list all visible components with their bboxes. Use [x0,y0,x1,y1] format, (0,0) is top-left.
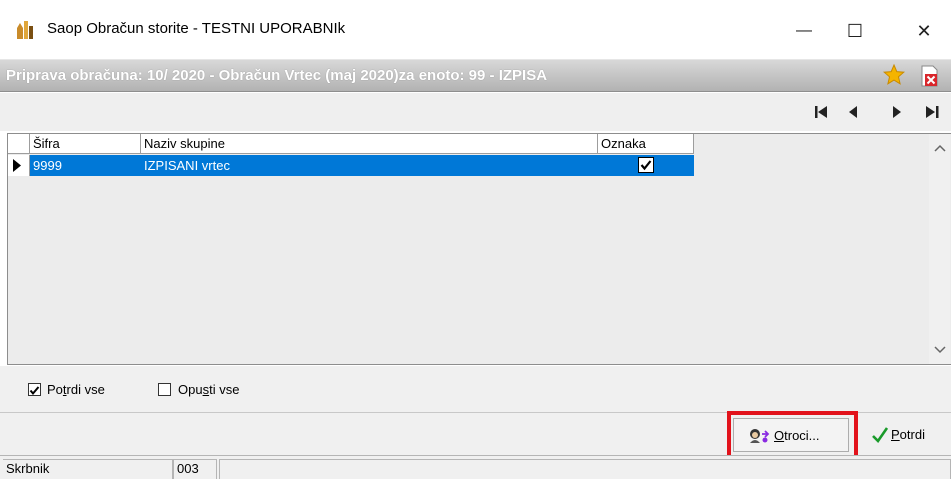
close-window-button[interactable]: ✕ [901,12,947,50]
last-record-icon[interactable] [920,100,946,124]
status-field-code: 003 [173,459,217,479]
potrdi-button-label: Potrdi [891,427,925,442]
maximize-button[interactable]: ☐ [832,12,878,50]
minimize-icon: — [796,22,812,39]
first-record-icon[interactable] [808,100,834,124]
opusti-vse-label[interactable]: Opusti vse [178,382,239,397]
scroll-down-icon[interactable] [934,346,946,354]
current-row-indicator-icon [8,155,30,176]
opusti-vse-checkbox[interactable] [158,383,171,396]
potrdi-vse-checkbox[interactable] [28,383,41,396]
delete-document-icon[interactable] [918,64,940,88]
otroci-button[interactable]: Otroci... [733,418,849,452]
cell-sifra[interactable]: 9999 [30,155,141,176]
oznaka-checkbox[interactable] [638,157,654,173]
page-title: Priprava obračuna: 10/ 2020 - Obračun Vr… [6,67,548,84]
status-field-skrbnik: Skrbnik [3,459,173,479]
star-icon[interactable] [882,63,906,87]
scroll-up-icon[interactable] [934,144,946,152]
children-icon [750,429,770,443]
checkmark-icon [872,427,889,444]
potrdi-vse-label[interactable]: Potrdi vse [47,382,105,397]
maximize-icon: ☐ [846,20,864,41]
status-field-empty [219,459,951,479]
window-title: Saop Obračun storite - TESTNI UPORABNIk [47,20,346,37]
potrdi-button[interactable]: Potrdi [865,418,945,452]
close-icon: ✕ [916,20,932,41]
next-record-icon[interactable] [884,100,910,124]
selection-options-panel [0,366,951,412]
row-indicator-header [8,134,30,154]
column-header-sifra[interactable]: Šifra [30,134,141,154]
previous-record-icon[interactable] [840,100,866,124]
cell-naziv[interactable]: IZPISANI vrtec [141,155,598,176]
otroci-button-label: Otroci... [774,428,820,443]
minimize-button[interactable]: — [781,12,827,50]
app-icon [14,20,36,40]
column-header-naziv[interactable]: Naziv skupine [141,134,598,154]
vertical-scrollbar[interactable] [929,134,950,364]
column-header-oznaka[interactable]: Oznaka [598,134,694,154]
